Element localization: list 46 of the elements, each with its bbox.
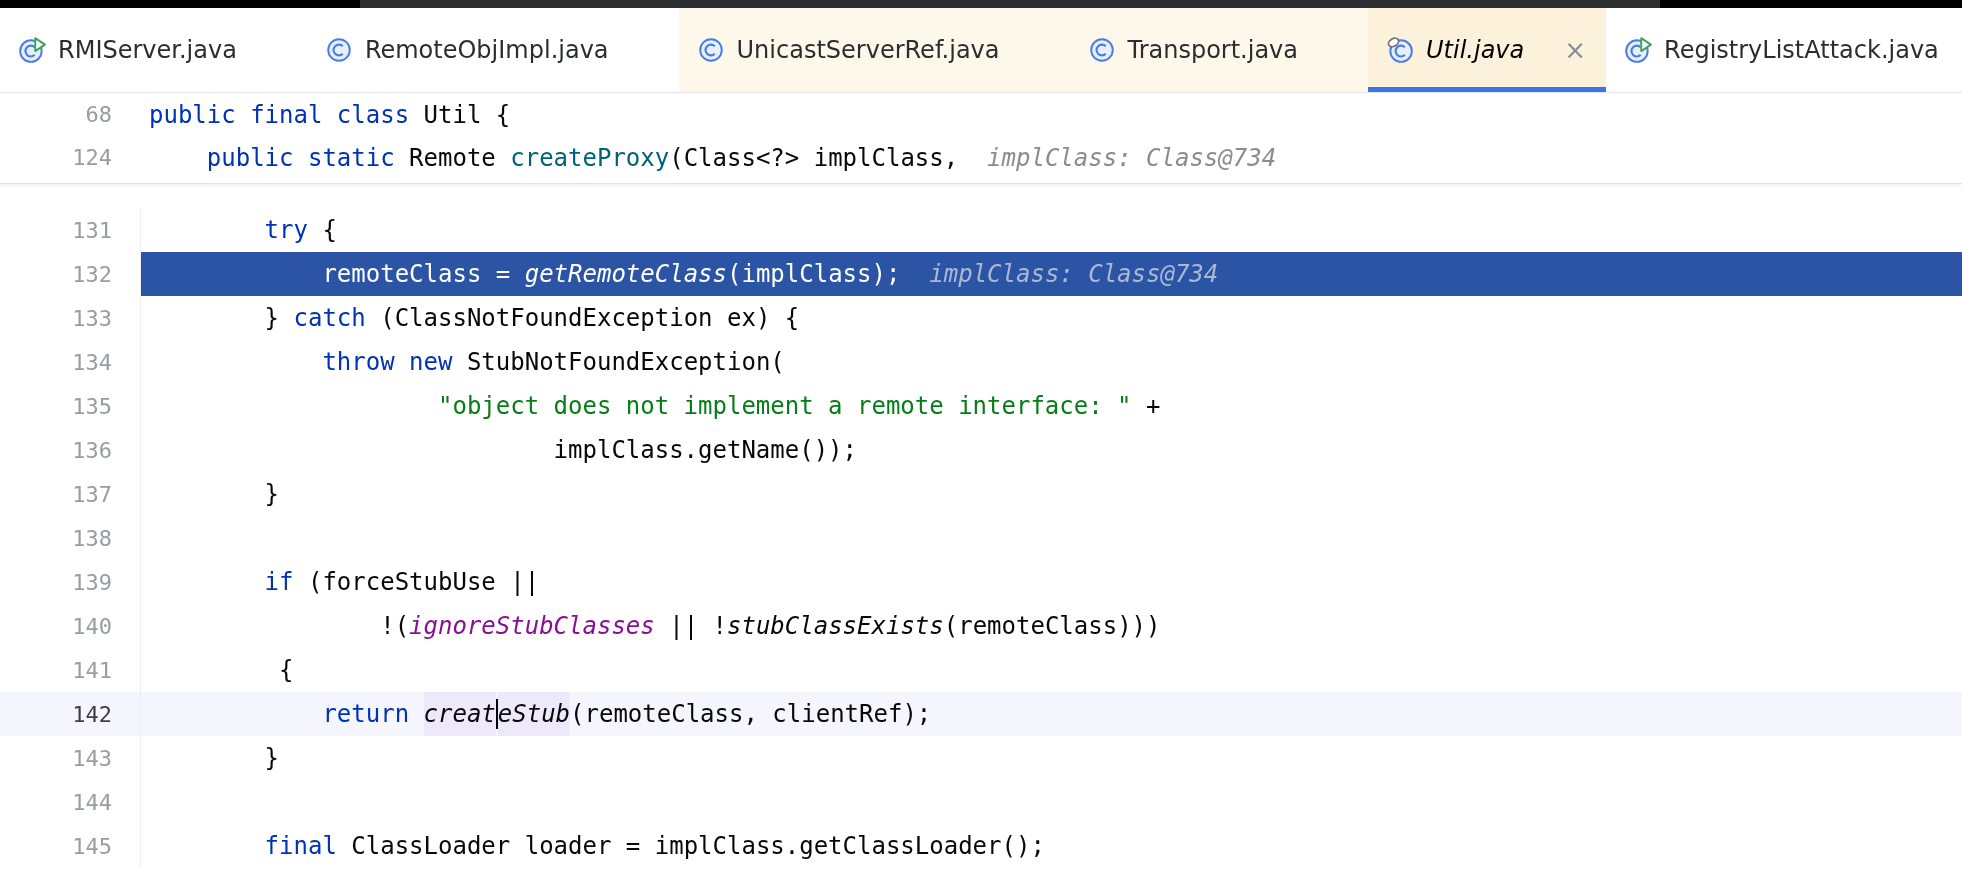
- usage-highlight: creat: [423, 692, 496, 736]
- line-number: 142: [71, 701, 113, 727]
- line-number: 136: [71, 437, 113, 463]
- line-number: 143: [71, 745, 113, 771]
- code-line: } catch (ClassNotFoundException ex) {: [263, 303, 800, 334]
- code-line: }: [263, 479, 280, 510]
- editor-tab[interactable]: Util.java ×: [1368, 8, 1607, 92]
- line-number: 137: [71, 481, 113, 507]
- class-icon: [696, 36, 725, 64]
- editor-tab[interactable]: UnicastServerRef.java: [678, 8, 1070, 92]
- line-number: 135: [71, 393, 113, 419]
- line-number: 134: [71, 349, 113, 375]
- code-line: public final class Util {: [149, 99, 511, 131]
- line-number: 132: [71, 261, 113, 287]
- line-number: 141: [71, 657, 113, 683]
- code-line: "object does not implement a remote interface: " +: [437, 391, 1161, 422]
- line-number: 145: [71, 833, 113, 859]
- code-line: return createStub(remoteClass, clientRef);: [149, 692, 932, 736]
- editor-tab[interactable]: RMIServer.java: [0, 8, 307, 92]
- runnable-class-icon: [1624, 36, 1653, 64]
- line-number: 68: [84, 102, 113, 127]
- class-link-icon: [1386, 36, 1415, 64]
- code-line: remoteClass = getRemoteClass(implClass); implClass: Class@734: [321, 259, 1219, 290]
- code-line: throw new StubNotFoundException(: [321, 347, 785, 378]
- class-icon: [324, 36, 353, 64]
- code-line: try {: [263, 215, 337, 246]
- line-number: 139: [71, 569, 113, 595]
- line-number: 144: [71, 789, 113, 815]
- code-line: !(ignoreStubClasses || !stubClassExists(remoteClass))): [379, 611, 1161, 642]
- line-number: 133: [71, 305, 113, 331]
- line-number: 124: [71, 145, 113, 170]
- editor-tab[interactable]: RemoteObjImpl.java: [306, 8, 679, 92]
- editor-tab[interactable]: RegistryListAttack.java: [1606, 8, 1962, 92]
- line-number: 140: [71, 613, 113, 639]
- code-line: {: [278, 655, 294, 686]
- code-line: implClass.getName());: [552, 435, 857, 466]
- usage-highlight: eStub: [497, 692, 571, 736]
- line-number: 131: [71, 217, 113, 243]
- class-icon: [1087, 36, 1116, 64]
- editor-tab[interactable]: Transport.java: [1069, 8, 1369, 92]
- code-line: if (forceStubUse ||: [263, 567, 540, 598]
- code-line: public static Remote createProxy(Class<?> implClass, implClass: Class@734: [205, 142, 1277, 174]
- line-number: 138: [71, 525, 113, 551]
- code-line: final ClassLoader loader = implClass.getClassLoader();: [263, 831, 1045, 862]
- runnable-class-icon: [18, 36, 46, 64]
- code-line: }: [263, 743, 280, 774]
